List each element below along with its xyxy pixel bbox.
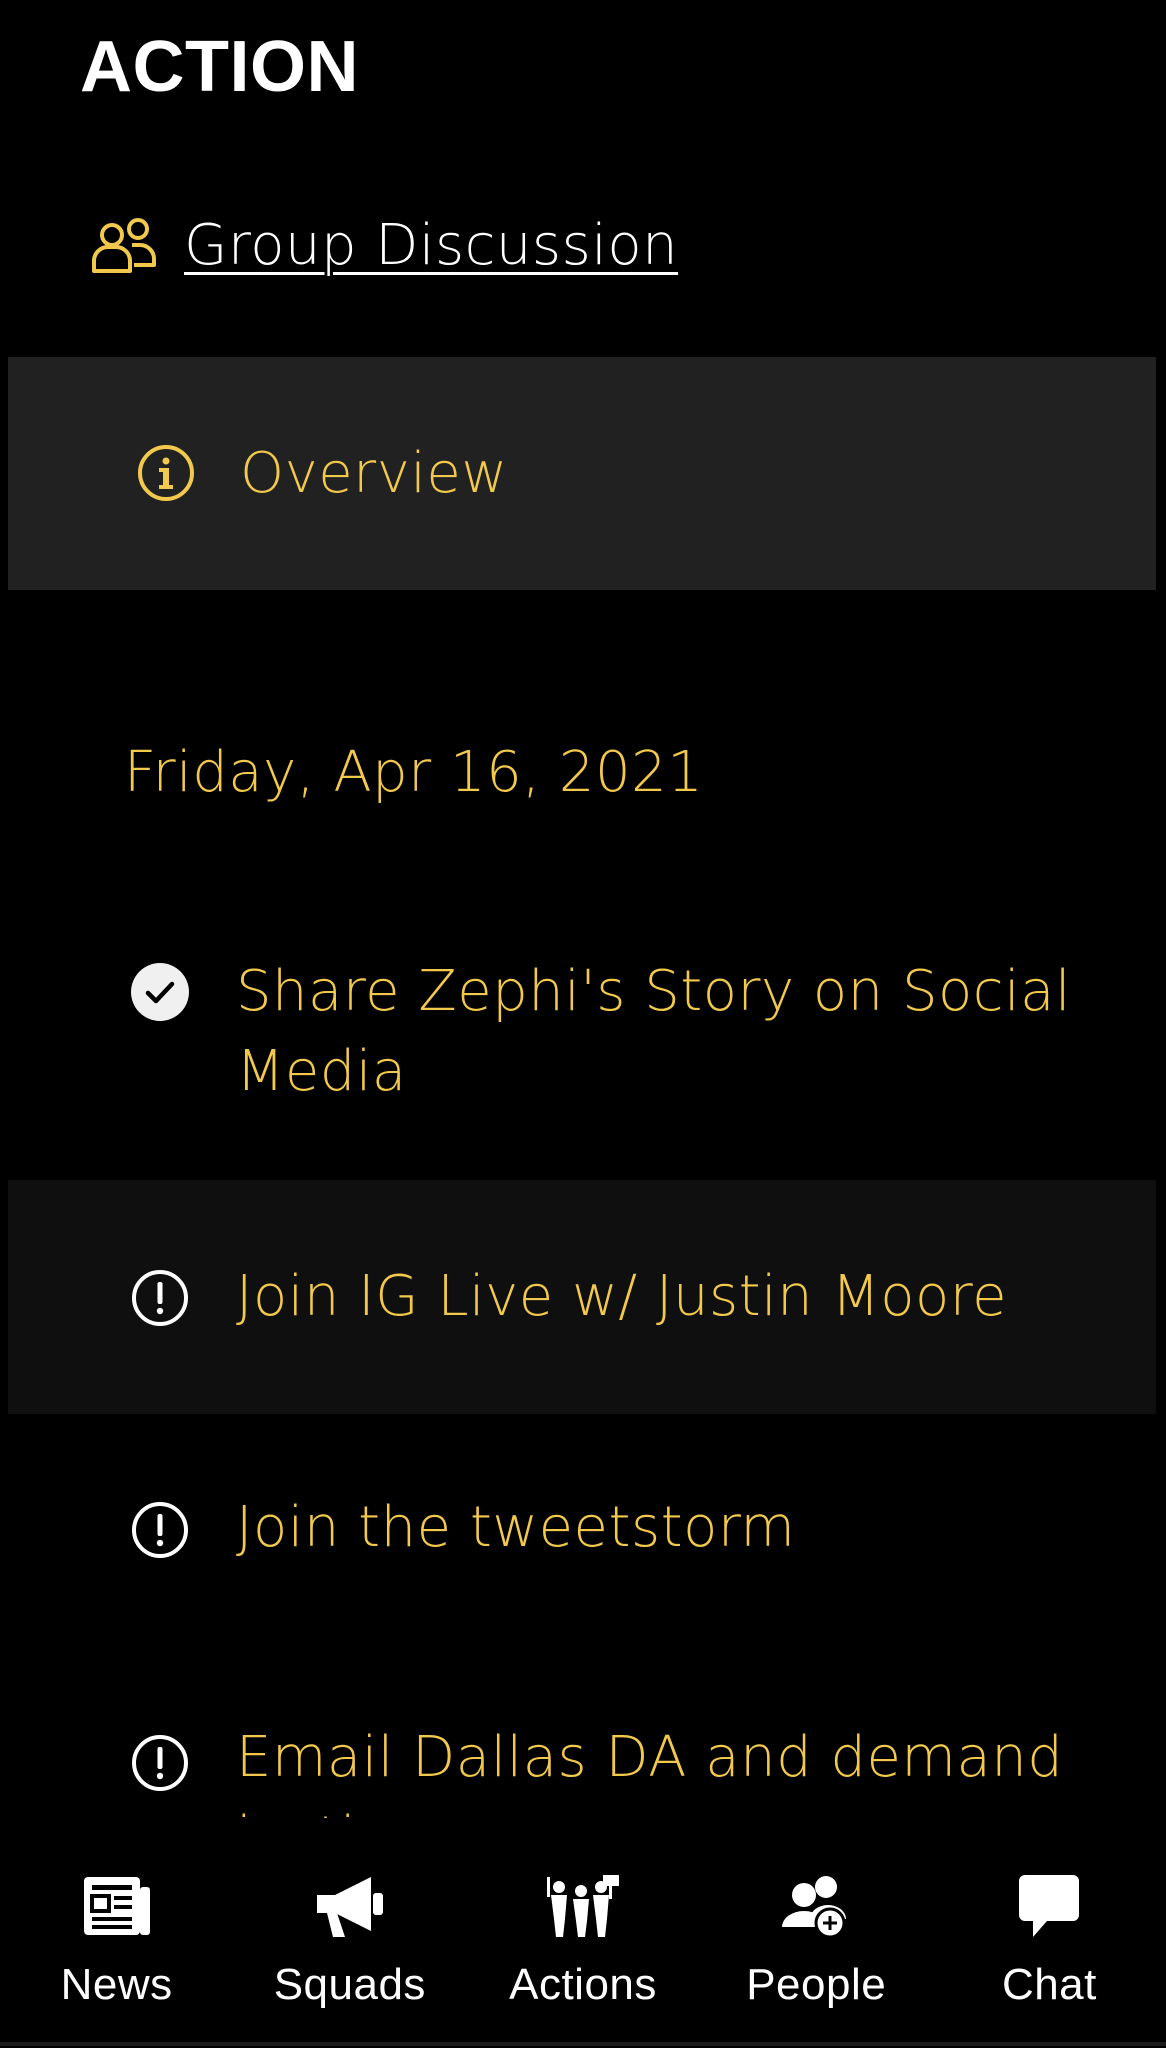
overview-row[interactable]: Overview xyxy=(8,357,1156,590)
action-item[interactable]: Email Dallas DA and demand justice xyxy=(8,1690,1156,1830)
group-discussion-link[interactable]: Group Discussion xyxy=(88,205,678,285)
info-icon xyxy=(136,443,196,503)
alert-circle-icon xyxy=(130,1733,190,1793)
chat-bubble-icon xyxy=(1009,1870,1089,1942)
bottom-tab-bar: News Squads Actions People Chat xyxy=(0,1818,1166,2048)
action-item[interactable]: Join the tweetstorm xyxy=(8,1440,1156,1610)
tab-chat[interactable]: Chat xyxy=(933,1818,1166,2048)
divider xyxy=(0,2042,1166,2046)
tab-label: People xyxy=(746,1960,887,2009)
action-item[interactable]: Join IG Live w/ Justin Moore xyxy=(8,1180,1156,1414)
tab-news[interactable]: News xyxy=(0,1818,233,2048)
action-item[interactable]: Share Zephi's Story on Social Media xyxy=(8,940,1156,1120)
overview-label: Overview xyxy=(240,441,508,506)
action-label: Email Dallas DA and demand justice xyxy=(236,1725,1064,1830)
action-label: Join IG Live w/ Justin Moore xyxy=(236,1264,1008,1329)
tab-actions[interactable]: Actions xyxy=(466,1818,699,2048)
tab-label: Chat xyxy=(1001,1960,1097,2009)
tab-label: News xyxy=(60,1960,173,2009)
check-circle-icon xyxy=(130,962,190,1022)
users-icon xyxy=(88,213,160,277)
tab-squads[interactable]: Squads xyxy=(233,1818,466,2048)
protest-group-icon xyxy=(543,1870,623,1942)
newspaper-icon xyxy=(77,1870,157,1942)
action-label: Join the tweetstorm xyxy=(236,1495,796,1560)
user-add-icon xyxy=(776,1870,856,1942)
group-discussion-label: Group Discussion xyxy=(184,212,679,278)
action-label: Share Zephi's Story on Social Media xyxy=(236,959,1072,1104)
tab-label: Squads xyxy=(273,1960,426,2009)
tab-label: Actions xyxy=(509,1960,657,2009)
date-heading: Friday, Apr 16, 2021 xyxy=(124,740,704,805)
tab-people[interactable]: People xyxy=(700,1818,933,2048)
page-title: ACTION xyxy=(80,27,359,107)
alert-circle-icon xyxy=(130,1500,190,1560)
alert-circle-icon xyxy=(130,1268,190,1328)
megaphone-icon xyxy=(310,1870,390,1942)
